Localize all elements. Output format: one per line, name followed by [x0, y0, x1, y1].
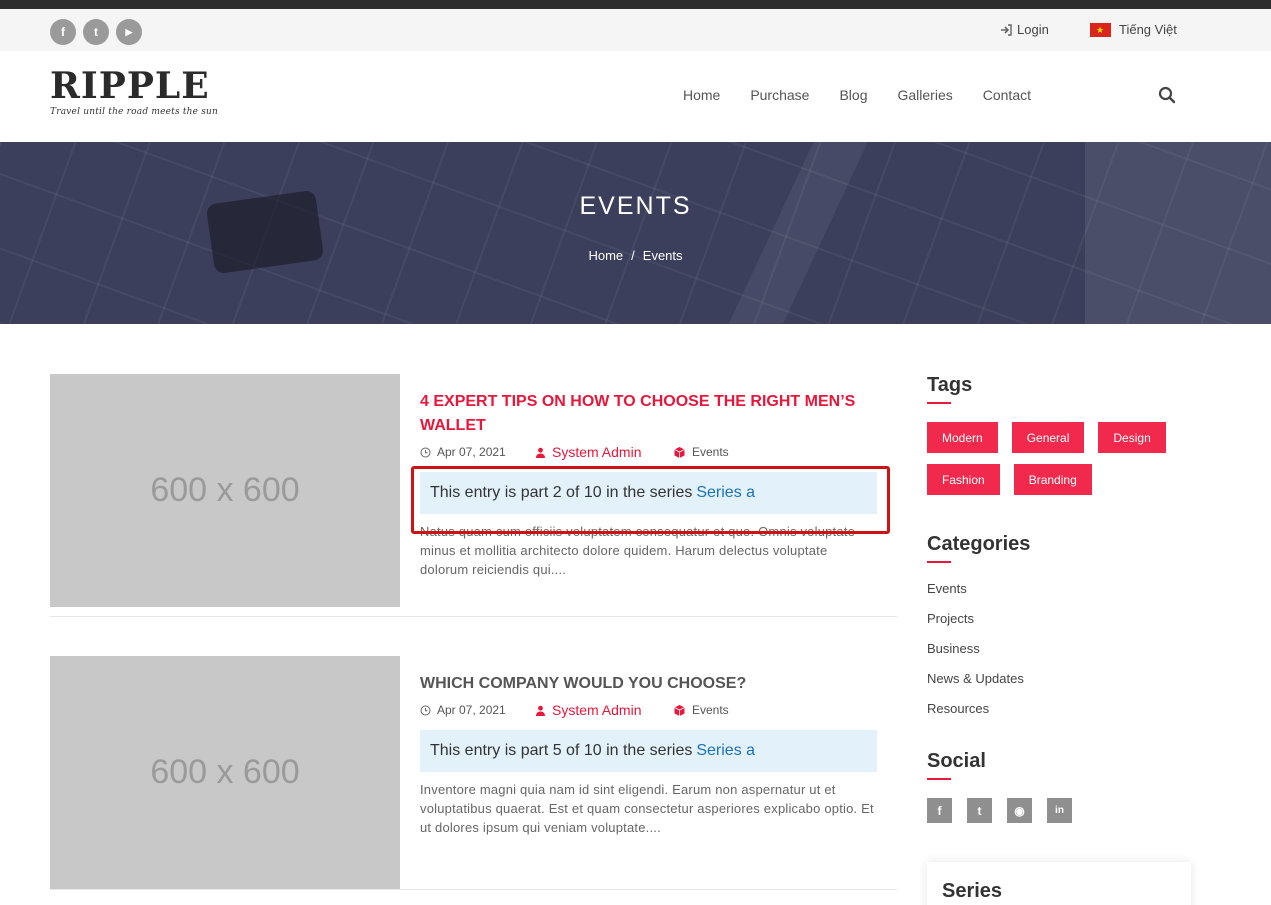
post-thumbnail[interactable]: 600 x 600	[50, 374, 400, 607]
tag-modern[interactable]: Modern	[927, 422, 998, 453]
category-resources[interactable]: Resources	[927, 701, 1030, 731]
breadcrumb-current: Events	[642, 248, 683, 263]
post-title[interactable]: WHICH COMPANY WOULD YOU CHOOSE?	[420, 672, 877, 696]
post-author[interactable]: System Admin	[535, 702, 673, 718]
social-links: f t ◉ in	[927, 798, 1072, 823]
series-notice-text: This entry is part 5 of 10 in the series	[430, 742, 693, 759]
nav-home[interactable]: Home	[683, 87, 720, 103]
post-meta: Apr 07, 2021 System Admin Events	[420, 444, 877, 460]
heading-underline	[927, 778, 951, 780]
facebook-icon[interactable]: f	[927, 798, 952, 823]
post-thumbnail[interactable]: 600 x 600	[50, 656, 400, 889]
page-banner: EVENTS Home / Events	[0, 142, 1271, 324]
top-strip	[0, 0, 1271, 9]
series-link[interactable]: Series a	[696, 742, 755, 760]
post-category[interactable]: Events	[673, 445, 729, 459]
post-category-label: Events	[692, 445, 729, 459]
user-icon	[536, 447, 545, 458]
post-author-label: System Admin	[552, 702, 642, 718]
twitter-icon[interactable]: t	[83, 19, 109, 45]
social-heading: Social	[927, 750, 986, 772]
sidebar-social: Social f t ◉ in	[927, 750, 1072, 823]
highlight-box	[411, 466, 890, 534]
breadcrumb: Home / Events	[0, 248, 1271, 263]
post-date-label: Apr 07, 2021	[437, 445, 506, 459]
tag-design[interactable]: Design	[1098, 422, 1166, 453]
language-switcher[interactable]: Tiếng Việt	[1090, 22, 1177, 37]
post-date: Apr 07, 2021	[420, 445, 535, 459]
tag-general[interactable]: General	[1011, 422, 1085, 453]
tag-branding[interactable]: Branding	[1013, 464, 1092, 495]
facebook-icon[interactable]: f	[50, 19, 76, 45]
post-author-label: System Admin	[552, 444, 642, 460]
main-nav: Home Purchase Blog Galleries Contact	[683, 87, 1031, 103]
page-title: EVENTS	[579, 192, 692, 220]
heading-underline	[927, 402, 951, 404]
tags-heading: Tags	[927, 374, 973, 396]
linkedin-icon[interactable]: in	[1047, 798, 1072, 823]
sidebar-tags: Tags Modern General Design Fashion Brand…	[927, 374, 1187, 495]
logo-tagline: Travel until the road meets the sun	[50, 107, 219, 117]
post-date-label: Apr 07, 2021	[437, 703, 506, 717]
post-meta: Apr 07, 2021 System Admin Events	[420, 702, 877, 718]
nav-blog[interactable]: Blog	[839, 87, 867, 103]
nav-contact[interactable]: Contact	[983, 87, 1031, 103]
post-category[interactable]: Events	[673, 703, 729, 717]
site-logo[interactable]: RIPPLE Travel until the road meets the s…	[50, 67, 218, 117]
post-divider	[50, 616, 897, 617]
login-link[interactable]: Login	[1000, 22, 1049, 37]
vietnam-flag-icon	[1090, 22, 1111, 37]
nav-galleries[interactable]: Galleries	[898, 87, 953, 103]
category-news-updates[interactable]: News & Updates	[927, 671, 1030, 701]
language-label: Tiếng Việt	[1119, 22, 1177, 37]
post-content: WHICH COMPANY WOULD YOU CHOOSE? Apr 07, …	[420, 672, 877, 837]
youtube-icon[interactable]: ▶	[116, 19, 142, 45]
cube-icon	[674, 446, 685, 458]
post-title[interactable]: 4 EXPERT TIPS ON HOW TO CHOOSE THE RIGHT…	[420, 390, 877, 438]
post-excerpt: Inventore magni quia nam id sint eligend…	[420, 782, 874, 835]
category-projects[interactable]: Projects	[927, 611, 1030, 641]
categories-heading: Categories	[927, 533, 1031, 555]
logo-word: RIPPLE	[50, 65, 210, 107]
category-list: Events Projects Business News & Updates …	[927, 581, 1030, 731]
series-notice: This entry is part 5 of 10 in the series…	[420, 730, 877, 772]
post-divider	[50, 889, 897, 890]
post-date: Apr 07, 2021	[420, 703, 535, 717]
post-category-label: Events	[692, 703, 729, 717]
banner-wall-panel	[1085, 142, 1271, 324]
cube-icon	[674, 704, 685, 716]
sidebar-categories: Categories Events Projects Business News…	[927, 533, 1030, 731]
tag-fashion[interactable]: Fashion	[927, 464, 1000, 495]
post-author[interactable]: System Admin	[535, 444, 673, 460]
login-label: Login	[1017, 22, 1049, 37]
clock-icon	[420, 705, 431, 715]
clock-icon	[420, 447, 431, 457]
github-icon[interactable]: ◉	[1007, 798, 1032, 823]
user-icon	[536, 705, 545, 716]
category-events[interactable]: Events	[927, 581, 1030, 611]
twitter-icon[interactable]: t	[967, 798, 992, 823]
breadcrumb-home[interactable]: Home	[588, 248, 623, 263]
banner-background	[0, 142, 1271, 324]
search-icon[interactable]	[1158, 86, 1176, 104]
site-header: RIPPLE Travel until the road meets the s…	[0, 51, 1271, 142]
top-bar: f t ▶ Login Tiếng Việt	[0, 9, 1271, 51]
login-icon	[1001, 23, 1012, 36]
heading-underline	[927, 561, 951, 563]
tag-list: Modern General Design Fashion Branding	[927, 422, 1187, 495]
post-item: 600 x 600 WHICH COMPANY WOULD YOU CHOOSE…	[50, 656, 897, 889]
nav-purchase[interactable]: Purchase	[750, 87, 809, 103]
series-heading: Series	[942, 880, 1003, 902]
top-social-links: f t ▶	[50, 19, 142, 45]
sidebar-series-card: Series	[927, 862, 1191, 905]
breadcrumb-separator: /	[631, 248, 635, 263]
category-business[interactable]: Business	[927, 641, 1030, 671]
